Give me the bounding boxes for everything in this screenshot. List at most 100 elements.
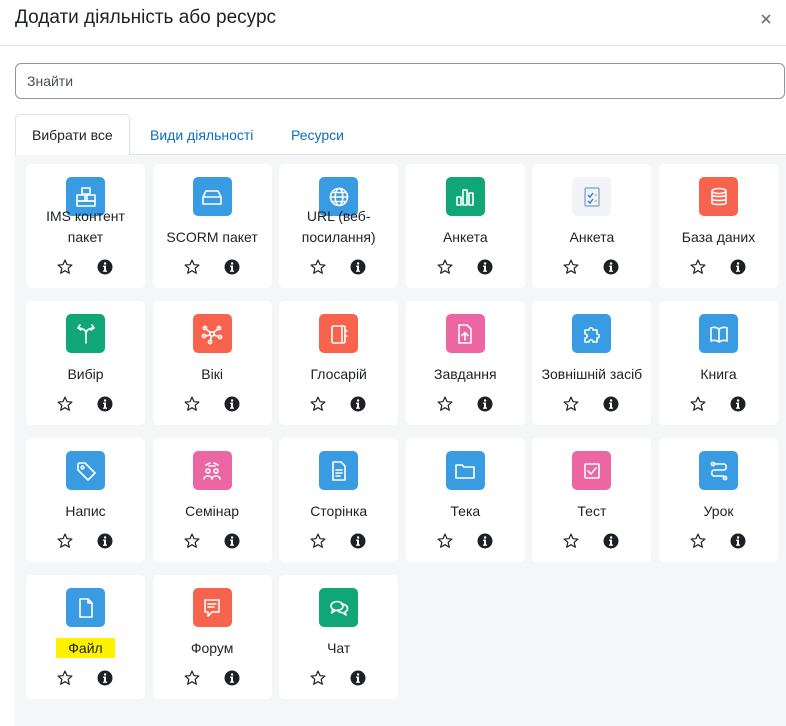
activity-name[interactable]: Чат: [281, 638, 396, 659]
info-icon[interactable]: [730, 533, 746, 549]
star-icon[interactable]: [56, 258, 74, 276]
search-input[interactable]: [15, 63, 785, 99]
star-icon[interactable]: [436, 532, 454, 550]
info-icon[interactable]: [350, 259, 366, 275]
info-icon[interactable]: [224, 396, 240, 412]
star-icon[interactable]: [56, 395, 74, 413]
activity-name[interactable]: Семінар: [155, 501, 270, 522]
activity-tile[interactable]: Анкета: [532, 164, 652, 288]
info-icon[interactable]: [97, 396, 113, 412]
info-icon[interactable]: [97, 533, 113, 549]
activity-name[interactable]: Урок: [661, 501, 776, 522]
activity-tile[interactable]: Напис: [26, 438, 145, 562]
folder-icon[interactable]: [445, 451, 485, 490]
star-icon[interactable]: [562, 258, 580, 276]
info-icon[interactable]: [603, 259, 619, 275]
activity-tile[interactable]: URL (веб-посилання): [279, 164, 399, 288]
activity-name[interactable]: Тест: [534, 501, 649, 522]
activity-tile[interactable]: Урок: [659, 438, 778, 562]
workshop-people-icon[interactable]: [192, 451, 232, 490]
info-icon[interactable]: [224, 259, 240, 275]
page-icon[interactable]: [319, 451, 359, 490]
wiki-network-icon[interactable]: [192, 314, 232, 353]
info-icon[interactable]: [350, 396, 366, 412]
activity-name[interactable]: Форум: [155, 638, 270, 659]
database-icon[interactable]: [699, 177, 738, 216]
activity-name[interactable]: Вікі: [155, 364, 270, 385]
star-icon[interactable]: [309, 258, 327, 276]
activity-tile[interactable]: Зовнішній засіб: [532, 301, 652, 425]
activity-tile[interactable]: Семінар: [152, 438, 272, 562]
info-icon[interactable]: [477, 259, 493, 275]
activity-tile[interactable]: Чат: [279, 575, 399, 699]
open-book-icon[interactable]: [699, 314, 738, 353]
info-icon[interactable]: [350, 533, 366, 549]
info-icon[interactable]: [97, 670, 113, 686]
tab-all[interactable]: Вибрати все: [15, 114, 130, 156]
activity-name[interactable]: Тека: [408, 501, 523, 522]
info-icon[interactable]: [730, 259, 746, 275]
activity-name[interactable]: Зовнішній засіб: [534, 364, 649, 385]
assignment-upload-icon[interactable]: [445, 314, 485, 353]
info-icon[interactable]: [224, 670, 240, 686]
star-icon[interactable]: [309, 669, 327, 687]
info-icon[interactable]: [603, 533, 619, 549]
activity-tile[interactable]: Форум: [152, 575, 272, 699]
activity-name[interactable]: Напис: [28, 501, 143, 522]
info-icon[interactable]: [477, 396, 493, 412]
activity-name[interactable]: IMS контент пакет: [28, 206, 143, 248]
activity-name[interactable]: Анкета: [534, 227, 649, 248]
activity-name[interactable]: Глосарій: [281, 364, 396, 385]
activity-tile[interactable]: Тека: [405, 438, 525, 562]
bar-chart-icon[interactable]: [445, 177, 485, 216]
chat-icon[interactable]: [319, 588, 359, 627]
info-icon[interactable]: [350, 670, 366, 686]
info-icon[interactable]: [224, 533, 240, 549]
star-icon[interactable]: [56, 669, 74, 687]
activity-name[interactable]: Завдання: [408, 364, 523, 385]
star-icon[interactable]: [309, 395, 327, 413]
star-icon[interactable]: [689, 395, 707, 413]
activity-name[interactable]: Книга: [661, 364, 776, 385]
glossary-book-icon[interactable]: [319, 314, 359, 353]
star-icon[interactable]: [562, 532, 580, 550]
questionnaire-icon[interactable]: [572, 177, 612, 216]
activity-name[interactable]: Файл: [28, 638, 143, 659]
tab-resources[interactable]: Ресурси: [274, 114, 361, 155]
star-icon[interactable]: [689, 258, 707, 276]
activity-name[interactable]: Вибір: [28, 364, 143, 385]
info-icon[interactable]: [97, 259, 113, 275]
highlighted-activity-name[interactable]: Файл: [56, 638, 115, 658]
activity-name[interactable]: Сторінка: [281, 501, 396, 522]
activity-name[interactable]: Анкета: [408, 227, 523, 248]
star-icon[interactable]: [309, 532, 327, 550]
star-icon[interactable]: [436, 258, 454, 276]
activity-tile[interactable]: SCORM пакет: [152, 164, 272, 288]
info-icon[interactable]: [730, 396, 746, 412]
star-icon[interactable]: [689, 532, 707, 550]
activity-name[interactable]: База даних: [661, 227, 776, 248]
close-button[interactable]: [746, 6, 786, 32]
activity-tile[interactable]: Завдання: [405, 301, 525, 425]
star-icon[interactable]: [562, 395, 580, 413]
info-icon[interactable]: [603, 396, 619, 412]
star-icon[interactable]: [183, 258, 201, 276]
activity-tile[interactable]: Вибір: [26, 301, 145, 425]
lesson-path-icon[interactable]: [699, 451, 738, 490]
info-icon[interactable]: [477, 533, 493, 549]
activity-tile[interactable]: Вікі: [152, 301, 272, 425]
star-icon[interactable]: [183, 532, 201, 550]
forum-icon[interactable]: [192, 588, 232, 627]
file-icon[interactable]: [66, 588, 105, 627]
activity-tile[interactable]: Тест: [532, 438, 652, 562]
activity-tile[interactable]: Глосарій: [279, 301, 399, 425]
activity-tile[interactable]: Книга: [659, 301, 778, 425]
scorm-package-icon[interactable]: [192, 177, 232, 216]
activity-name[interactable]: SCORM пакет: [155, 227, 270, 248]
activity-tile[interactable]: Файл: [26, 575, 145, 699]
quiz-check-icon[interactable]: [572, 451, 612, 490]
star-icon[interactable]: [183, 669, 201, 687]
star-icon[interactable]: [183, 395, 201, 413]
star-icon[interactable]: [56, 532, 74, 550]
activity-tile[interactable]: IMS контент пакет: [26, 164, 145, 288]
